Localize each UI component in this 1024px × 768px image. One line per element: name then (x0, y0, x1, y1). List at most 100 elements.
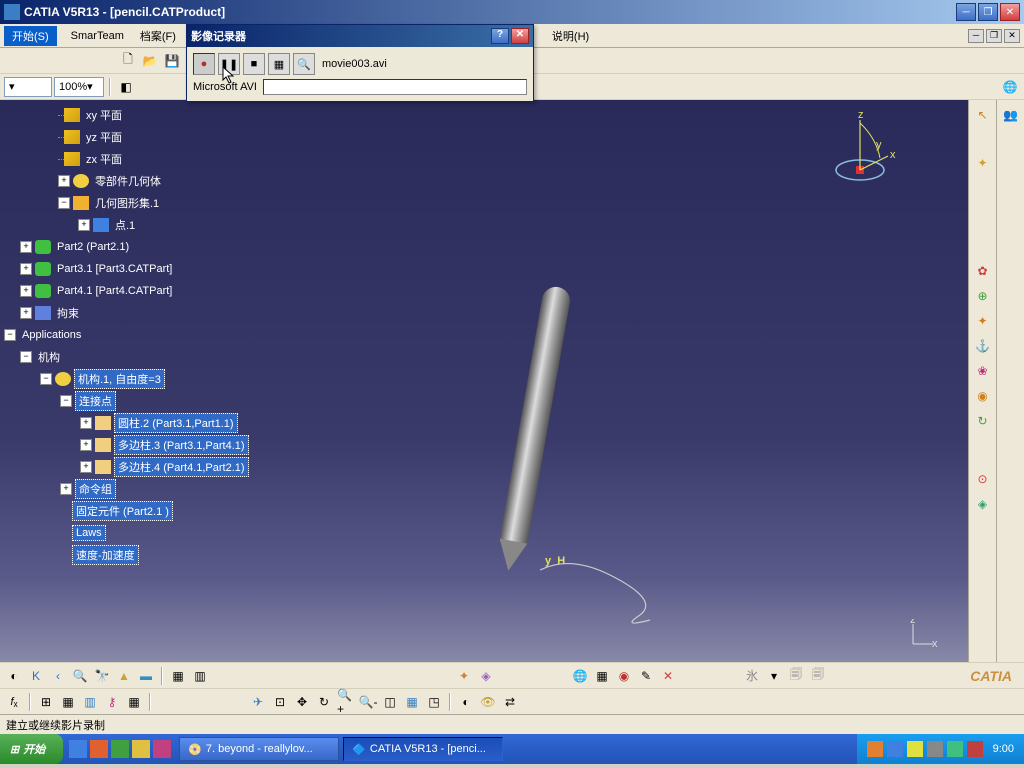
fit-all-icon[interactable]: ⊡ (270, 692, 290, 712)
tree-mechanism1[interactable]: 机构.1, 自由度=3 (74, 369, 165, 389)
open-button[interactable]: 📂 (140, 51, 160, 71)
tool-icon[interactable]: ✿ (972, 260, 994, 282)
tree-geoset[interactable]: 几何图形集.1 (92, 194, 162, 212)
start-button[interactable]: ⊞开始 (0, 734, 63, 764)
tray-icon[interactable] (947, 741, 963, 757)
expander-icon[interactable]: − (20, 351, 32, 363)
tool-icon[interactable]: ❀ (972, 360, 994, 382)
new-button[interactable]: 🗋 (118, 51, 138, 71)
dialog-help-button[interactable]: ? (491, 28, 509, 44)
expander-icon[interactable]: − (40, 373, 52, 385)
tree-part2[interactable]: Part2 (Part2.1) (54, 240, 132, 254)
rotate-icon[interactable]: ↻ (314, 692, 334, 712)
maximize-button[interactable]: ❐ (978, 3, 998, 21)
view-combo[interactable]: ▾ (4, 77, 52, 97)
expander-icon[interactable]: + (80, 439, 92, 451)
tool-icon[interactable]: ▾ (764, 666, 784, 686)
tree-joints[interactable]: 连接点 (75, 391, 116, 411)
pencil-3d-model[interactable] (496, 285, 572, 566)
tool-icon[interactable]: ▲ (114, 666, 134, 686)
tool-icon[interactable]: ✦ (972, 152, 994, 174)
ql-icon[interactable] (111, 740, 129, 758)
expander-icon[interactable]: + (80, 461, 92, 473)
pan-icon[interactable]: ✥ (292, 692, 312, 712)
taskbar-task-active[interactable]: 🔷 CATIA V5R13 - [penci... (343, 737, 503, 761)
tree-commands[interactable]: 命令组 (75, 479, 116, 499)
search-icon[interactable]: 🔍 (70, 666, 90, 686)
tool-icon[interactable]: 🗐 (786, 666, 806, 686)
system-tray[interactable]: 9:00 (857, 734, 1024, 764)
tree-joint1[interactable]: 圆柱.2 (Part3.1,Part1.1) (114, 413, 238, 433)
first-icon[interactable]: K (26, 666, 46, 686)
tree-joint3[interactable]: 多边柱.4 (Part4.1,Part2.1) (114, 457, 249, 477)
tray-icon[interactable] (907, 741, 923, 757)
tree-speeds[interactable]: 速度-加速度 (72, 545, 139, 565)
tree-laws[interactable]: Laws (72, 525, 106, 541)
pause-button[interactable]: ❚❚ (218, 53, 240, 75)
expander-icon[interactable]: + (80, 417, 92, 429)
3d-viewport[interactable]: xy 平面 yz 平面 zx 平面 +零部件几何体 −几何图形集.1 +点.1 … (0, 100, 968, 662)
fly-icon[interactable]: ✈ (248, 692, 268, 712)
tree-fixed[interactable]: 固定元件 (Part2.1 ) (72, 501, 173, 521)
tool-icon[interactable]: 👥 (1000, 104, 1022, 126)
tool-icon[interactable]: ⊙ (972, 468, 994, 490)
tray-icon[interactable] (887, 741, 903, 757)
tool-icon[interactable]: ▬ (136, 666, 156, 686)
multi-view-icon[interactable]: ▦ (402, 692, 422, 712)
zoom-in-icon[interactable]: 🔍+ (336, 692, 356, 712)
zoom-out-icon[interactable]: 🔍- (358, 692, 378, 712)
ql-icon[interactable] (90, 740, 108, 758)
doc-restore-button[interactable]: ❐ (986, 29, 1002, 43)
tool-icon[interactable]: ✕ (658, 666, 678, 686)
tool-icon[interactable]: 🗐 (808, 666, 828, 686)
doc-minimize-button[interactable]: ─ (968, 29, 984, 43)
tool-icon[interactable]: ▦ (124, 692, 144, 712)
tool-icon[interactable]: ◉ (972, 385, 994, 407)
minimize-button[interactable]: ─ (956, 3, 976, 21)
ql-icon[interactable] (69, 740, 87, 758)
zoom-combo[interactable]: 100% ▾ (54, 77, 104, 97)
tray-icon[interactable] (967, 741, 983, 757)
swap-icon[interactable]: ⇄ (500, 692, 520, 712)
tool-icon[interactable]: ✦ (972, 310, 994, 332)
tool-icon[interactable]: ✦ (454, 666, 474, 686)
tool-icon[interactable]: ▥ (80, 692, 100, 712)
tree-point[interactable]: 点.1 (112, 216, 138, 234)
tool-icon[interactable]: ⚷ (102, 692, 122, 712)
tool-icon[interactable]: ◈ (972, 493, 994, 515)
video-recorder-dialog[interactable]: 影像记录器 ? ✕ ● ❚❚ ■ ▦ 🔍 movie003.avi Micros… (186, 24, 534, 102)
taskbar-task[interactable]: 📀 7. beyond - reallylov... (179, 737, 339, 761)
tool-icon[interactable]: 🌐 (570, 666, 590, 686)
close-button[interactable]: ✕ (1000, 3, 1020, 21)
tray-icon[interactable] (867, 741, 883, 757)
ql-icon[interactable] (132, 740, 150, 758)
menu-help[interactable]: 说明(H) (544, 25, 597, 47)
expander-icon[interactable]: + (20, 241, 32, 253)
tool-icon[interactable]: ▦ (592, 666, 612, 686)
tool-icon[interactable]: ⊞ (36, 692, 56, 712)
tool-icon[interactable]: ⊕ (972, 285, 994, 307)
menu-smarteam[interactable]: SmarTeam (63, 27, 132, 45)
expander-icon[interactable]: − (58, 197, 70, 209)
tree-part4[interactable]: Part4.1 [Part4.CATPart] (54, 284, 175, 298)
expander-icon[interactable]: + (20, 263, 32, 275)
expander-icon[interactable]: + (60, 483, 72, 495)
save-button[interactable]: 💾 (162, 51, 182, 71)
hide-show-icon[interactable]: 👁 (478, 692, 498, 712)
fx-icon[interactable]: fₓ (4, 692, 24, 712)
menu-file[interactable]: 档案(F) (132, 25, 184, 47)
tool-icon[interactable]: ◈ (476, 666, 496, 686)
normal-view-icon[interactable]: ◫ (380, 692, 400, 712)
select-arrow-icon[interactable]: ↖ (972, 104, 994, 126)
tool-icon[interactable]: 氷 (742, 666, 762, 686)
compass-widget[interactable]: z y x (828, 108, 898, 188)
record-button[interactable]: ● (193, 53, 215, 75)
iso-view-icon[interactable]: ◳ (424, 692, 444, 712)
tree-mechanisms[interactable]: 机构 (35, 348, 63, 366)
shading-icon[interactable]: ◐ (456, 692, 476, 712)
tool-icon[interactable]: ▦ (58, 692, 78, 712)
tree-xy-plane[interactable]: xy 平面 (83, 106, 125, 124)
dialog-close-button[interactable]: ✕ (511, 28, 529, 44)
settings-button[interactable]: ▦ (268, 53, 290, 75)
tree-part3[interactable]: Part3.1 [Part3.CATPart] (54, 262, 175, 276)
